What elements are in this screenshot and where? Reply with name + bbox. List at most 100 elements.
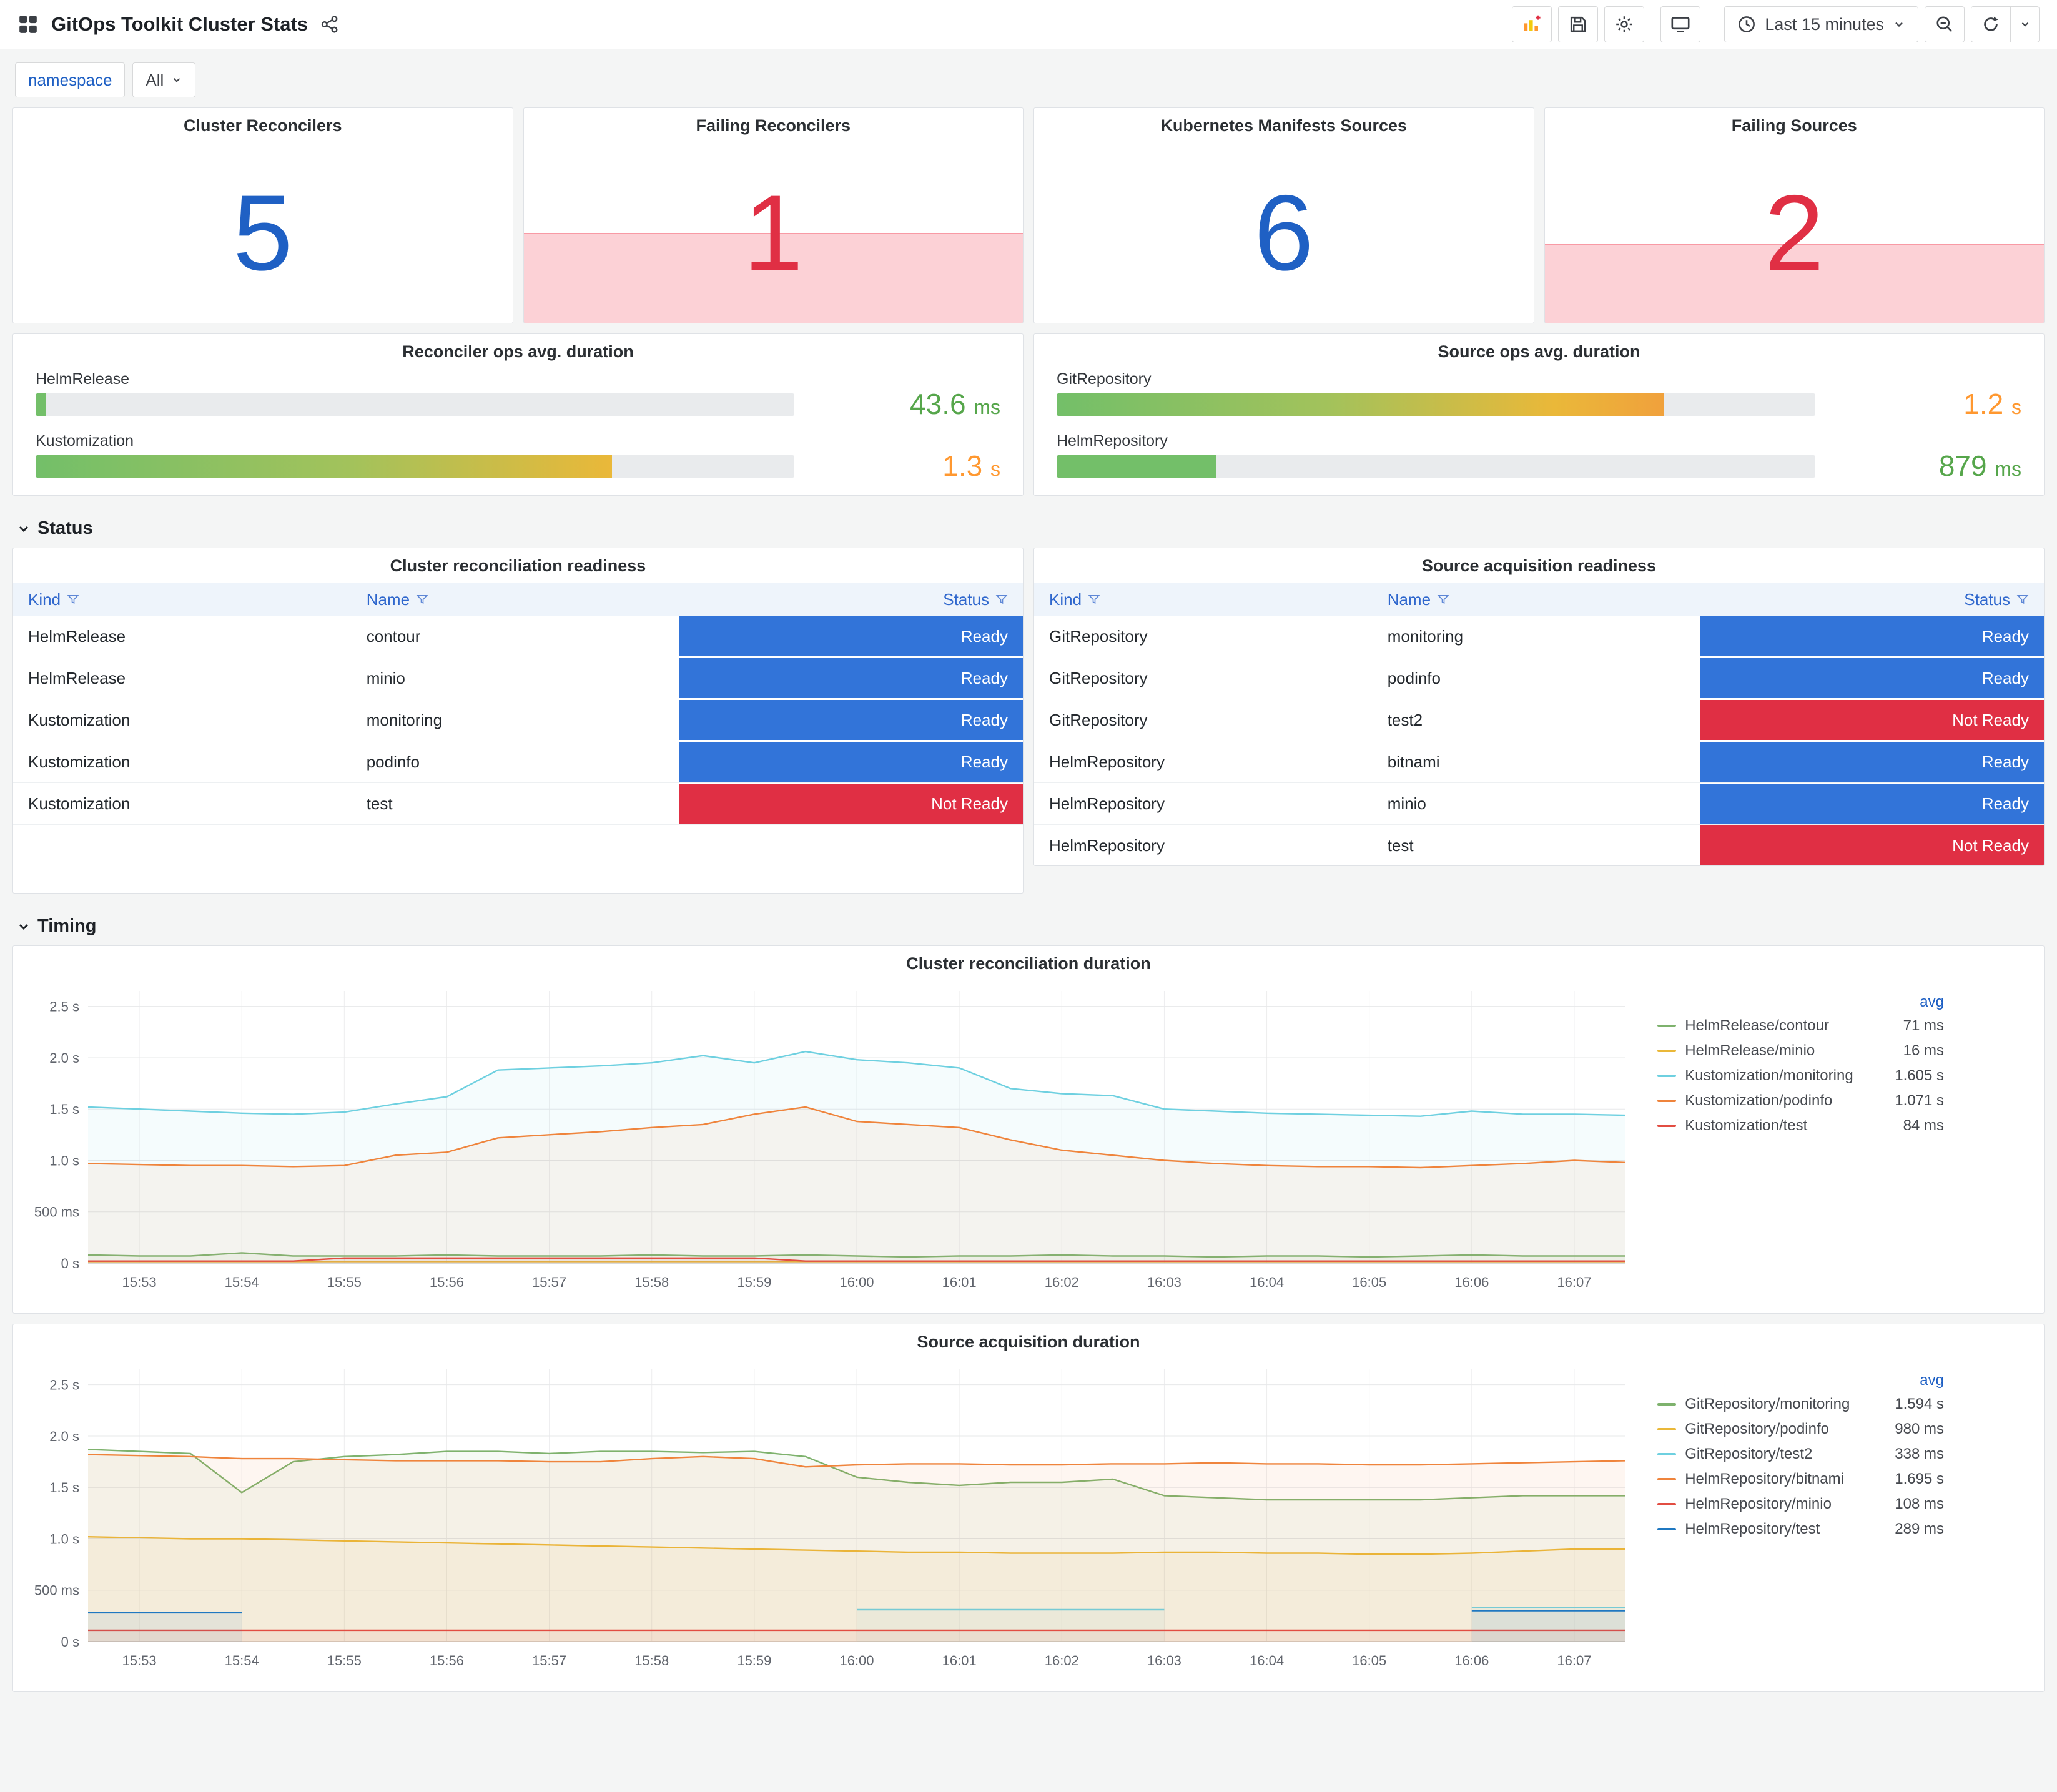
series-color-swatch xyxy=(1657,1050,1677,1052)
legend-item[interactable]: HelmRelease/contour 71 ms xyxy=(1657,1013,1944,1038)
variable-namespace-select[interactable]: All xyxy=(132,62,196,97)
table-row: Kustomization monitoring Ready xyxy=(13,699,1023,741)
panel-source-ops-duration: Source ops avg. duration GitRepository 1… xyxy=(1033,333,2045,496)
svg-text:1.0 s: 1.0 s xyxy=(49,1153,79,1168)
settings-icon xyxy=(1614,14,1634,34)
svg-text:15:54: 15:54 xyxy=(225,1653,259,1668)
time-series-plot[interactable]: 0 s 500 ms 1.0 s 1.5 s 2.0 s 2.5 s 15:53 15:54 1… xyxy=(19,981,1632,1293)
series-color-swatch xyxy=(1657,1478,1677,1480)
cell-status: Ready xyxy=(1700,616,2044,656)
svg-text:1.5 s: 1.5 s xyxy=(49,1101,79,1117)
panel-source-acquisition-readiness: Source acquisition readiness Kind Name S… xyxy=(1033,548,2045,866)
time-series-plot[interactable]: 0 s 500 ms 1.0 s 1.5 s 2.0 s 2.5 s 15:53 15:54 1… xyxy=(19,1359,1632,1671)
svg-text:15:59: 15:59 xyxy=(737,1653,771,1668)
cell-name: podinfo xyxy=(366,752,420,771)
cell-kind: Kustomization xyxy=(28,794,131,813)
series-avg-value: 1.071 s xyxy=(1895,1092,1944,1109)
cell-name: bitnami xyxy=(1387,752,1440,771)
save-icon xyxy=(1569,15,1587,34)
series-name: Kustomization/podinfo xyxy=(1685,1092,1833,1109)
legend-item[interactable]: GitRepository/test2 338 ms xyxy=(1657,1442,1944,1467)
svg-text:16:02: 16:02 xyxy=(1045,1274,1079,1290)
svg-text:16:02: 16:02 xyxy=(1045,1653,1079,1668)
gauge-bar xyxy=(1057,393,1664,416)
svg-text:16:01: 16:01 xyxy=(942,1653,977,1668)
gauge-row: Reconciler ops avg. duration HelmRelease… xyxy=(12,333,2045,496)
cell-name: monitoring xyxy=(1387,626,1464,646)
dashboard-toolbar: Last 15 minutes xyxy=(1512,6,2040,42)
legend-item[interactable]: GitRepository/monitoring 1.594 s xyxy=(1657,1392,1944,1417)
panel-cluster-reconciliation-readiness: Cluster reconciliation readiness Kind Na… xyxy=(12,548,1024,894)
column-header-name[interactable]: Name xyxy=(352,583,680,616)
column-header-status[interactable]: Status xyxy=(679,583,1023,616)
cell-status: Not Ready xyxy=(679,784,1023,824)
legend-item[interactable]: HelmRelease/minio 16 ms xyxy=(1657,1038,1944,1063)
legend-item[interactable]: Kustomization/monitoring 1.605 s xyxy=(1657,1063,1944,1088)
section-status[interactable]: Status xyxy=(12,506,2045,548)
stat-row: Cluster Reconcilers 5 Failing Reconciler… xyxy=(12,107,2045,323)
series-avg-value: 1.695 s xyxy=(1895,1470,1944,1487)
panel-title[interactable]: Cluster reconciliation duration xyxy=(13,946,2044,981)
panel-title[interactable]: Source acquisition duration xyxy=(13,1324,2044,1359)
save-dashboard-button[interactable] xyxy=(1558,6,1599,42)
panel-title[interactable]: Failing Reconcilers xyxy=(524,108,1024,143)
dashboards-icon[interactable] xyxy=(17,14,39,35)
table-row: HelmRepository minio Ready xyxy=(1034,783,2044,825)
refresh-interval-button[interactable] xyxy=(2011,6,2040,42)
page-title[interactable]: GitOps Toolkit Cluster Stats xyxy=(51,13,308,36)
table-row: HelmRepository bitnami Ready xyxy=(1034,741,2044,783)
gauge-value: 43.6 ms xyxy=(910,388,1000,420)
dashboard-header: GitOps Toolkit Cluster Stats Last 15 min… xyxy=(0,0,2057,49)
cell-name: podinfo xyxy=(1387,668,1441,687)
table-row: HelmRelease contour Ready xyxy=(13,616,1023,657)
tv-mode-button[interactable] xyxy=(1660,6,1701,42)
cell-kind: Kustomization xyxy=(28,710,131,729)
bar-gauge-kustomization: Kustomization 1.3 s xyxy=(36,432,1000,482)
section-timing[interactable]: Timing xyxy=(12,903,2045,945)
cell-kind: GitRepository xyxy=(1049,626,1148,646)
add-panel-button[interactable] xyxy=(1512,6,1552,42)
bar-gauge-helmrelease: HelmRelease 43.6 ms xyxy=(36,370,1000,420)
legend-item[interactable]: Kustomization/test 84 ms xyxy=(1657,1113,1944,1138)
panel-title[interactable]: Kubernetes Manifests Sources xyxy=(1034,108,1534,143)
stat-value: 1 xyxy=(743,173,804,293)
panel-title[interactable]: Cluster Reconcilers xyxy=(13,108,513,143)
dashboard-settings-button[interactable] xyxy=(1604,6,1645,42)
cell-kind: Kustomization xyxy=(28,752,131,771)
time-range-label: Last 15 minutes xyxy=(1765,14,1884,34)
table-body: GitRepository monitoring Ready GitRepositor… xyxy=(1034,616,2044,865)
column-header-kind[interactable]: Kind xyxy=(13,583,352,616)
time-range-picker[interactable]: Last 15 minutes xyxy=(1724,6,1918,42)
gauge-bar xyxy=(36,455,613,478)
gauge-label: Kustomization xyxy=(36,432,134,450)
legend-item[interactable]: Kustomization/podinfo 1.071 s xyxy=(1657,1088,1944,1113)
bar-gauge-helmrepository: HelmRepository 879 ms xyxy=(1057,432,2021,482)
panel-title[interactable]: Failing Sources xyxy=(1545,108,2045,143)
svg-text:15:56: 15:56 xyxy=(430,1653,464,1668)
gauge-bar xyxy=(36,393,46,416)
legend-item[interactable]: HelmRepository/test 289 ms xyxy=(1657,1517,1944,1542)
legend-item[interactable]: HelmRepository/bitnami 1.695 s xyxy=(1657,1467,1944,1492)
legend-item[interactable]: HelmRepository/minio 108 ms xyxy=(1657,1492,1944,1517)
cell-kind: GitRepository xyxy=(1049,668,1148,687)
panel-title[interactable]: Source ops avg. duration xyxy=(1034,334,2044,369)
svg-text:15:58: 15:58 xyxy=(634,1274,669,1290)
column-header-status[interactable]: Status xyxy=(1700,583,2044,616)
panel-title[interactable]: Reconciler ops avg. duration xyxy=(13,334,1023,369)
series-avg-value: 16 ms xyxy=(1903,1042,1944,1059)
svg-text:1.5 s: 1.5 s xyxy=(49,1480,79,1495)
column-header-kind[interactable]: Kind xyxy=(1034,583,1373,616)
refresh-button[interactable] xyxy=(1971,6,2011,42)
panel-title[interactable]: Cluster reconciliation readiness xyxy=(13,548,1023,583)
gauge-track xyxy=(1057,393,1815,416)
share-icon[interactable] xyxy=(320,15,339,34)
panel-title[interactable]: Source acquisition readiness xyxy=(1034,548,2044,583)
zoom-out-button[interactable] xyxy=(1925,6,1965,42)
stat-value: 5 xyxy=(232,173,293,293)
column-header-name[interactable]: Name xyxy=(1373,583,1701,616)
svg-text:16:00: 16:00 xyxy=(839,1274,874,1290)
legend-item[interactable]: GitRepository/podinfo 980 ms xyxy=(1657,1417,1944,1442)
cell-name: contour xyxy=(366,626,421,646)
series-name: GitRepository/test2 xyxy=(1685,1445,1813,1462)
variable-namespace-label: namespace xyxy=(15,62,126,97)
